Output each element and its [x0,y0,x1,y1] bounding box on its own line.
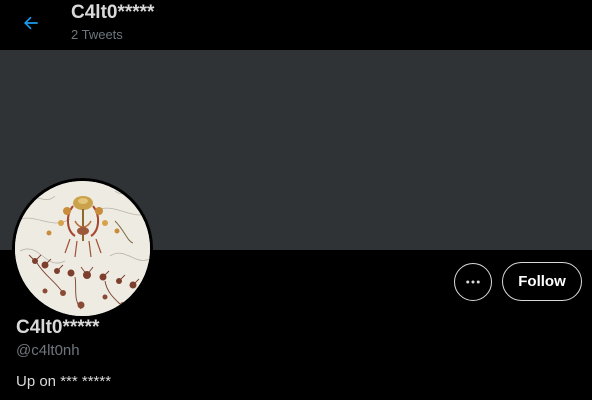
user-handle: @c4lt0nh [16,342,80,359]
arrow-left-icon [24,16,38,30]
profile-header-bar: C4lt0***** 2 Tweets [0,0,592,50]
avatar[interactable] [12,178,153,319]
profile-bio: Up on *** ***** [16,373,112,390]
avatar-image [15,181,150,316]
header-title: C4lt0***** [71,2,155,23]
back-button[interactable] [14,6,48,40]
profile-page: C4lt0***** 2 Tweets Follow C4lt0***** @c… [0,0,592,400]
follow-button[interactable]: Follow [502,262,582,301]
tweet-count: 2 Tweets [71,27,123,42]
display-name: C4lt0***** [16,317,100,338]
more-options-button[interactable] [454,263,492,301]
more-horizontal-icon [466,280,480,284]
